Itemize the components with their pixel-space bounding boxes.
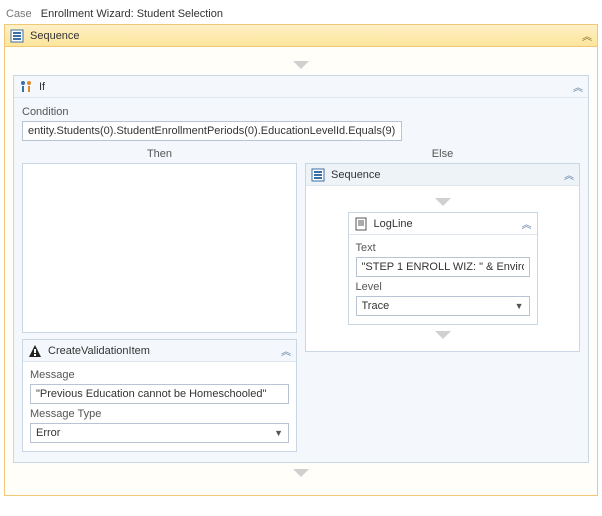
condition-input[interactable] xyxy=(22,121,402,141)
else-column: Else Sequence ︽ xyxy=(305,145,580,452)
then-drop-panel[interactable] xyxy=(22,163,297,333)
sequence-activity[interactable]: Sequence ︽ If ︽ Condition Then xyxy=(4,24,598,496)
drop-indicator-top[interactable] xyxy=(13,55,589,75)
if-icon xyxy=(19,80,33,94)
case-title: Enrollment Wizard: Student Selection xyxy=(41,8,223,20)
cvi-type-select[interactable]: Error xyxy=(30,423,289,443)
collapse-toggle[interactable]: ︽ xyxy=(573,79,583,94)
cvi-message-label: Message xyxy=(30,369,289,381)
cvi-body: Message Message Type Error ▼ xyxy=(23,362,296,451)
collapse-toggle[interactable]: ︽ xyxy=(522,216,532,231)
logline-activity[interactable]: LogLine ︽ Text Level xyxy=(348,212,538,325)
condition-label: Condition xyxy=(22,106,580,118)
drop-indicator[interactable] xyxy=(312,325,573,345)
logline-body: Text Level Trace ▼ xyxy=(349,235,537,324)
drop-indicator-bottom[interactable] xyxy=(13,463,589,483)
else-sequence-body: LogLine ︽ Text Level xyxy=(306,186,579,351)
if-body: Condition Then CreateValidationItem xyxy=(14,98,588,462)
if-title: If xyxy=(39,81,45,93)
log-icon xyxy=(354,217,368,231)
logline-header[interactable]: LogLine ︽ xyxy=(349,213,537,235)
then-label: Then xyxy=(22,145,297,163)
logline-text-label: Text xyxy=(356,242,530,254)
warning-icon xyxy=(28,344,42,358)
create-validation-item-activity[interactable]: CreateValidationItem ︽ Message Message T… xyxy=(22,339,297,452)
logline-level-select[interactable]: Trace xyxy=(356,296,530,316)
collapse-toggle[interactable]: ︽ xyxy=(281,343,291,358)
sequence-icon xyxy=(10,29,24,43)
else-sequence-title: Sequence xyxy=(331,169,381,181)
cvi-message-input[interactable] xyxy=(30,384,289,404)
logline-level-label: Level xyxy=(356,281,530,293)
else-label: Else xyxy=(305,145,580,163)
cvi-header[interactable]: CreateValidationItem ︽ xyxy=(23,340,296,362)
logline-title: LogLine xyxy=(374,218,413,230)
logline-text-input[interactable] xyxy=(356,257,530,277)
if-header[interactable]: If ︽ xyxy=(14,76,588,98)
case-title-bar: Case Enrollment Wizard: Student Selectio… xyxy=(4,4,598,24)
cvi-title: CreateValidationItem xyxy=(48,345,150,357)
sequence-body: If ︽ Condition Then xyxy=(5,47,597,495)
collapse-toggle[interactable]: ︽ xyxy=(564,167,574,182)
sequence-title: Sequence xyxy=(30,30,80,42)
case-keyword: Case xyxy=(6,8,32,20)
else-sequence-header[interactable]: Sequence ︽ xyxy=(306,164,579,186)
collapse-toggle[interactable]: ︽ xyxy=(582,28,592,43)
sequence-header[interactable]: Sequence ︽ xyxy=(5,25,597,47)
then-column: Then CreateValidationItem ︽ xyxy=(22,145,297,452)
drop-indicator[interactable] xyxy=(312,192,573,212)
cvi-type-label: Message Type xyxy=(30,408,289,420)
if-activity[interactable]: If ︽ Condition Then xyxy=(13,75,589,463)
else-sequence-activity[interactable]: Sequence ︽ LogL xyxy=(305,163,580,352)
sequence-icon xyxy=(311,168,325,182)
